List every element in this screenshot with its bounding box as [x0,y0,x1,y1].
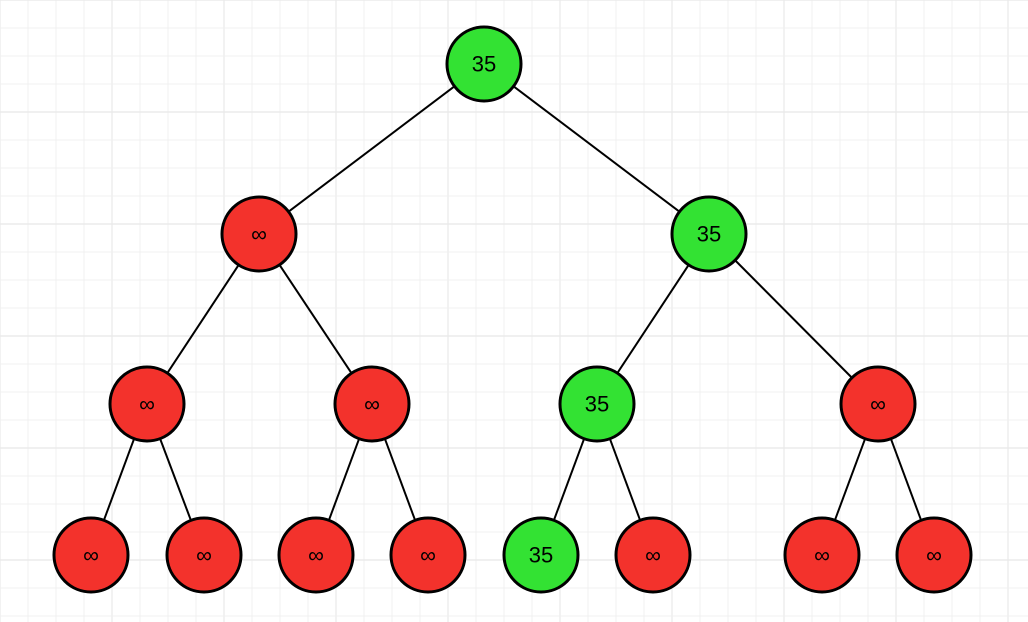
tree-edge [329,439,359,521]
tree-node: ∞ [279,518,353,592]
tree-edge [167,265,238,373]
tree-edge [104,439,134,521]
edges-layer [104,86,921,520]
tree-edge [289,86,455,211]
tree-edge [554,439,584,521]
tree-node: ∞ [54,518,128,592]
tree-diagram: 35 ∞ 35 ∞ ∞ 35 ∞ ∞ ∞ ∞ ∞ 35 ∞ ∞ ∞ [0,0,1028,622]
node-label: 35 [529,543,553,568]
node-label: 35 [472,52,496,77]
tree-node: ∞ [167,518,241,592]
tree-node: ∞ [841,367,915,441]
node-label: ∞ [364,392,380,417]
node-label: ∞ [251,222,267,247]
tree-edge [514,86,680,211]
tree-edge [385,439,415,521]
tree-node: ∞ [335,367,409,441]
node-label: ∞ [420,543,436,568]
tree-edge [279,265,351,373]
tree-edge [835,439,865,521]
node-label: ∞ [645,543,661,568]
tree-node: ∞ [897,518,971,592]
node-label: ∞ [139,392,155,417]
tree-edge [735,260,852,378]
node-label: 35 [585,392,609,417]
tree-node: ∞ [110,367,184,441]
tree-node: ∞ [616,518,690,592]
tree-node: ∞ [391,518,465,592]
tree-node: 35 [504,518,578,592]
tree-edge [617,265,688,373]
tree-edge [160,439,191,521]
node-label: 35 [697,222,721,247]
tree-edge [610,439,640,521]
node-label: ∞ [814,543,830,568]
tree-node: ∞ [785,518,859,592]
node-label: ∞ [926,543,942,568]
tree-node: 35 [447,27,521,101]
tree-node: 35 [560,367,634,441]
tree-node: ∞ [222,197,296,271]
node-label: ∞ [870,392,886,417]
node-label: ∞ [308,543,324,568]
node-label: ∞ [83,543,99,568]
tree-node: 35 [672,197,746,271]
node-label: ∞ [196,543,212,568]
